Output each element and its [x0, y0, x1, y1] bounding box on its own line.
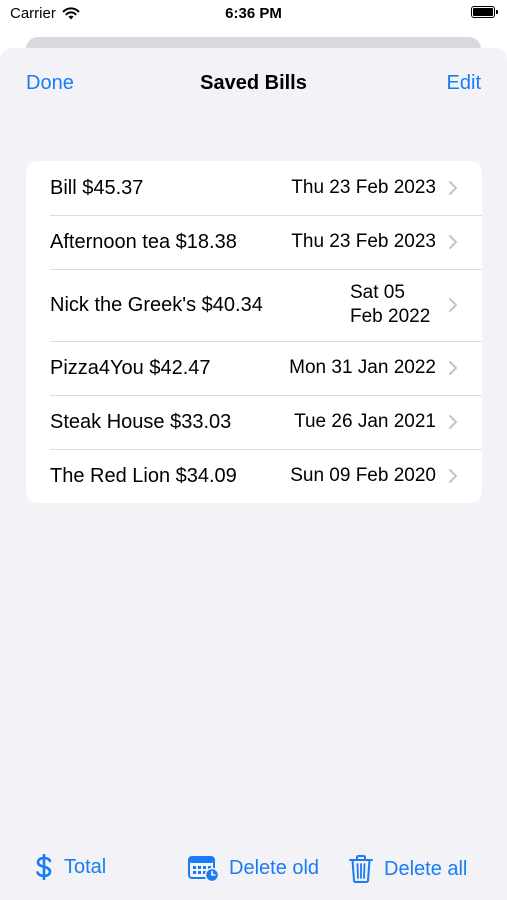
bill-date: Mon 31 Jan 2022 [289, 357, 436, 378]
calendar-clock-icon [187, 854, 219, 882]
page-title: Saved Bills [200, 72, 307, 94]
edit-button[interactable]: Edit [447, 72, 481, 95]
chevron-right-icon [449, 361, 457, 375]
list-item[interactable]: Afternoon tea $18.38 Thu 23 Feb 2023 [26, 215, 482, 269]
status-bar: Carrier 6:36 PM [0, 0, 507, 30]
bill-date: Sun 09 Feb 2020 [290, 465, 436, 486]
screen: Carrier 6:36 PM Done Saved Bills Edit Bi… [0, 0, 507, 900]
saved-bills-sheet: Done Saved Bills Edit Bill $45.37 Thu 23… [0, 48, 507, 900]
bill-name: Pizza4You $42.47 [50, 356, 211, 379]
bill-date: Thu 23 Feb 2023 [291, 231, 436, 252]
list-item[interactable]: Nick the Greek's $40.34 Sat 05 Feb 2022 [26, 269, 482, 341]
chevron-right-icon [449, 415, 457, 429]
bill-date: Tue 26 Jan 2021 [294, 411, 436, 432]
trash-icon [348, 854, 374, 884]
status-time: 6:36 PM [225, 5, 282, 22]
chevron-right-icon [449, 181, 457, 195]
bottom-toolbar: Total Delete old Delete all [0, 840, 507, 900]
bill-date: Sat 05 Feb 2022 [350, 282, 431, 327]
bill-name: Afternoon tea $18.38 [50, 230, 237, 253]
delete-all-button[interactable]: Delete all [348, 854, 467, 884]
chevron-right-icon [449, 469, 457, 483]
navigation-bar: Done Saved Bills Edit [0, 48, 507, 122]
chevron-right-icon [449, 235, 457, 249]
bill-date: Thu 23 Feb 2023 [291, 177, 436, 198]
total-label: Total [64, 855, 107, 878]
total-button[interactable]: Total [34, 854, 106, 880]
bill-name: Steak House $33.03 [50, 410, 232, 433]
list-item[interactable]: Pizza4You $42.47 Mon 31 Jan 2022 [26, 341, 482, 395]
list-item[interactable]: Steak House $33.03 Tue 26 Jan 2021 [26, 395, 482, 449]
dollar-sign-icon [34, 854, 54, 880]
delete-all-label: Delete all [384, 857, 468, 880]
list-item[interactable]: Bill $45.37 Thu 23 Feb 2023 [26, 161, 482, 215]
battery-icon [471, 6, 498, 18]
list-item[interactable]: The Red Lion $34.09 Sun 09 Feb 2020 [26, 449, 482, 503]
bill-name: Nick the Greek's $40.34 [50, 293, 263, 316]
delete-old-label: Delete old [229, 856, 320, 879]
delete-old-button[interactable]: Delete old [187, 854, 319, 882]
bills-list: Bill $45.37 Thu 23 Feb 2023 Afternoon te… [26, 161, 482, 503]
chevron-right-icon [449, 298, 457, 312]
bill-name: Bill $45.37 [50, 176, 144, 199]
bill-name: The Red Lion $34.09 [50, 464, 237, 487]
